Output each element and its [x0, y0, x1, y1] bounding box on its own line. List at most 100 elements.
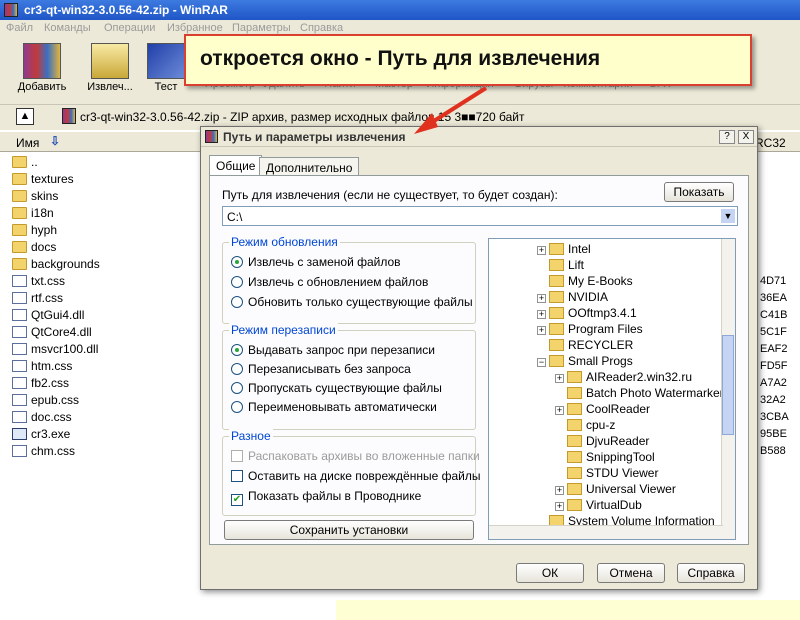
tree-node[interactable]: + Intel	[537, 242, 591, 258]
file-icon	[12, 326, 27, 338]
radio-extract-update[interactable]: Извлечь с обновлением файлов	[231, 275, 428, 289]
tab-advanced[interactable]: Дополнительно	[259, 157, 360, 177]
radio-icon	[231, 401, 243, 413]
menu-help[interactable]: Справка	[300, 22, 343, 34]
radio-overwrite-without-prompt[interactable]: Перезаписывать без запроса	[231, 362, 411, 376]
file-row[interactable]: ..	[12, 155, 38, 172]
tree-node[interactable]: + Universal Viewer	[555, 482, 676, 498]
tree-node[interactable]: + Program Files	[537, 322, 643, 338]
expand-icon[interactable]: +	[555, 502, 564, 511]
tree-scroll-thumb[interactable]	[722, 335, 734, 435]
expand-icon[interactable]: +	[537, 246, 546, 255]
tab-general[interactable]: Общие	[209, 155, 263, 177]
ok-button[interactable]: ОК	[516, 563, 584, 583]
file-row[interactable]: cr3.exe	[12, 427, 70, 444]
radio-extract-replace[interactable]: Извлечь с заменой файлов	[231, 255, 401, 269]
checkbox-icon	[231, 450, 243, 462]
add-button[interactable]: Добавить	[8, 40, 76, 98]
radio-refresh-existing[interactable]: Обновить только существующие файлы	[231, 295, 473, 309]
show-button[interactable]: Показать	[664, 182, 734, 202]
menu-operations[interactable]: Операции	[104, 22, 155, 34]
help-button[interactable]: Справка	[677, 563, 745, 583]
file-row[interactable]: msvcr100.dll	[12, 342, 98, 359]
expand-icon[interactable]: +	[537, 310, 546, 319]
radio-icon	[231, 256, 243, 268]
expand-icon[interactable]: +	[537, 326, 546, 335]
folder-icon	[12, 173, 27, 185]
radio-rename-auto[interactable]: Переименовывать автоматически	[231, 400, 437, 414]
help-question-button[interactable]: ?	[719, 130, 735, 144]
tree-node-label: CoolReader	[586, 402, 651, 416]
file-row[interactable]: hyph	[12, 223, 57, 240]
archive-icon	[62, 108, 76, 124]
tree-node[interactable]: + NVIDIA	[537, 290, 608, 306]
file-row[interactable]: chm.css	[12, 444, 75, 461]
file-name: skins	[31, 189, 59, 203]
tree-node[interactable]: − Small Progs	[537, 354, 633, 370]
checkbox-show-in-explorer[interactable]: ✔ Показать файлы в Проводнике	[231, 489, 421, 506]
tree-node[interactable]: + OOftmp3.4.1	[537, 306, 637, 322]
expand-icon[interactable]: +	[537, 294, 546, 303]
menu-options[interactable]: Параметры	[232, 22, 291, 34]
file-row[interactable]: skins	[12, 189, 58, 206]
file-row[interactable]: i18n	[12, 206, 54, 223]
tree-node[interactable]: DjvuReader	[555, 434, 649, 450]
radio-ask-before-overwrite[interactable]: Выдавать запрос при перезаписи	[231, 343, 435, 357]
folder-icon	[567, 499, 582, 511]
collapse-icon[interactable]: −	[537, 358, 546, 367]
cancel-button[interactable]: Отмена	[597, 563, 665, 583]
column-crc[interactable]: RC32	[755, 136, 786, 150]
file-row[interactable]: txt.css	[12, 274, 65, 291]
checkbox-keep-broken[interactable]: Оставить на диске повреждённые файлы	[231, 469, 481, 483]
checkbox-label: Показать файлы в Проводнике	[248, 489, 422, 503]
menu-commands[interactable]: Команды	[44, 22, 91, 34]
radio-label: Обновить только существующие файлы	[248, 295, 473, 309]
tree-node[interactable]: STDU Viewer	[555, 466, 658, 482]
file-row[interactable]: fb2.css	[12, 376, 69, 393]
tree-node[interactable]: + AIReader2.win32.ru	[555, 370, 692, 386]
file-row[interactable]: QtGui4.dll	[12, 308, 84, 325]
path-dropdown-icon[interactable]: ▼	[721, 209, 735, 223]
column-name[interactable]: Имя	[16, 136, 39, 150]
file-row[interactable]: rtf.css	[12, 291, 63, 308]
dialog-close-button[interactable]: X	[738, 130, 754, 144]
checkbox-unpack-nested[interactable]: Распаковать архивы во вложенные папки	[231, 449, 480, 463]
file-name: doc.css	[31, 410, 72, 424]
file-row[interactable]: doc.css	[12, 410, 72, 427]
tree-horizontal-scrollbar[interactable]	[489, 525, 723, 539]
tree-vertical-scrollbar[interactable]	[721, 239, 735, 539]
dialog-titlebar: Путь и параметры извлечения ? X	[201, 127, 757, 147]
file-row[interactable]: htm.css	[12, 359, 72, 376]
tree-node[interactable]: Batch Photo Watermarker	[555, 386, 724, 402]
expand-icon[interactable]: +	[555, 374, 564, 383]
tree-node[interactable]: + CoolReader	[555, 402, 650, 418]
file-crc: C41B	[760, 309, 788, 321]
radio-icon	[231, 276, 243, 288]
tree-node[interactable]: Lift	[537, 258, 584, 274]
extract-path-input[interactable]: C:\ ▼	[222, 206, 738, 226]
folder-tree[interactable]: + Intel Lift My E-Books + NVIDIA + OOftmp3.4.1 +…	[488, 238, 736, 540]
tree-node-label: STDU Viewer	[586, 466, 659, 480]
file-row[interactable]: epub.css	[12, 393, 79, 410]
radio-skip-existing[interactable]: Пропускать существующие файлы	[231, 381, 442, 395]
file-row[interactable]: textures	[12, 172, 74, 189]
extract-dialog: Путь и параметры извлечения ? X Общие До…	[200, 126, 758, 590]
menu-favorites[interactable]: Избранное	[167, 22, 223, 34]
menu-file[interactable]: Файл	[6, 22, 33, 34]
save-settings-button[interactable]: Сохранить установки	[224, 520, 474, 540]
folder-icon	[567, 483, 582, 495]
folder-icon	[12, 241, 27, 253]
tree-node[interactable]: SnippingTool	[555, 450, 655, 466]
annotation-callout: откроется окно - Путь для извлечения	[184, 34, 752, 86]
tree-node[interactable]: My E-Books	[537, 274, 633, 290]
expand-icon[interactable]: +	[555, 486, 564, 495]
file-row[interactable]: docs	[12, 240, 56, 257]
tree-node[interactable]: RECYCLER	[537, 338, 633, 354]
path-value: C:\	[227, 210, 243, 224]
tree-node[interactable]: cpu-z	[555, 418, 615, 434]
expand-icon[interactable]: +	[555, 406, 564, 415]
tree-node[interactable]: + VirtualDub	[555, 498, 642, 514]
up-folder-button[interactable]: ▲	[16, 108, 34, 125]
file-row[interactable]: backgrounds	[12, 257, 100, 274]
file-row[interactable]: QtCore4.dll	[12, 325, 92, 342]
